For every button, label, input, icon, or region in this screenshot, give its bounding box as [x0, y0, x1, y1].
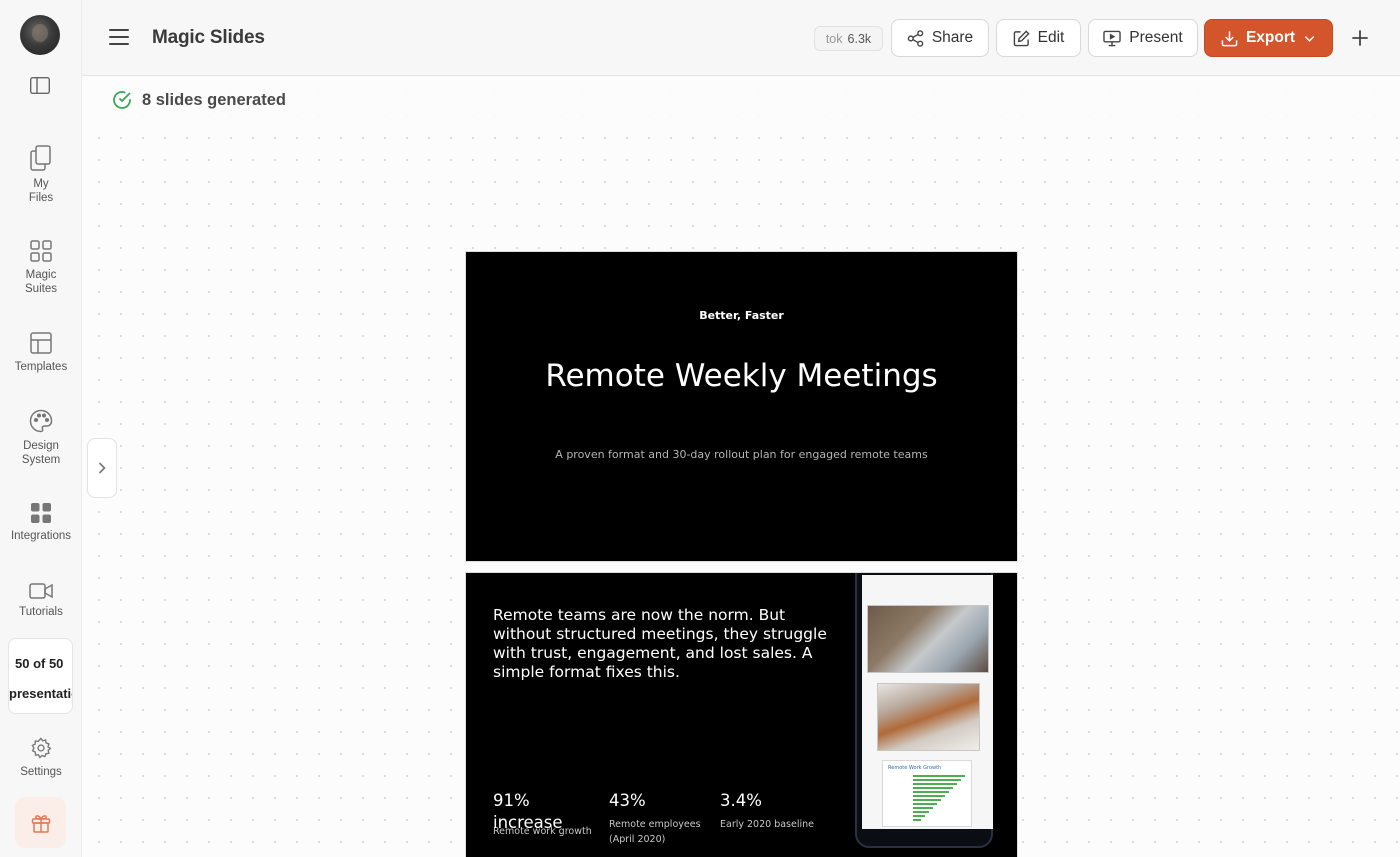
quota-count: 50 of 50 [15, 656, 64, 671]
chart-thumbnail-title: Remote Work Growth [888, 765, 942, 771]
sidebar-item-label: Templates [14, 361, 68, 373]
photo-office-team [877, 683, 980, 751]
download-icon [1221, 30, 1238, 46]
stat-label: Early 2020 baseline [720, 819, 814, 830]
share-button[interactable]: Share [891, 19, 989, 57]
token-usage-badge: tok 6.3k [814, 26, 883, 51]
present-button[interactable]: Present [1088, 19, 1198, 57]
export-label: Export [1245, 29, 1296, 46]
present-icon [1103, 30, 1122, 46]
chevron-right-icon [98, 462, 106, 474]
stat-label: Remote employees (April 2020) [609, 819, 701, 845]
palette-icon [29, 409, 53, 433]
sidebar-item-settings[interactable]: Settings [0, 737, 82, 779]
sidebar-item-integrations[interactable]: Integrations [0, 503, 82, 543]
photo-remote-worker [867, 605, 989, 673]
export-button[interactable]: Export [1204, 19, 1333, 57]
gift-icon [31, 814, 50, 833]
stat-value: 3.4% [720, 791, 762, 810]
present-label: Present [1129, 29, 1183, 46]
share-icon [907, 29, 924, 47]
app-title: Magic Slides [152, 27, 265, 48]
plus-icon[interactable] [1351, 29, 1369, 47]
generation-status: 8 slides generated [82, 77, 1400, 123]
slide-1[interactable]: Better, Faster Remote Weekly Meetings A … [465, 251, 1018, 562]
gift-button[interactable] [15, 797, 66, 848]
sidebar-item-label: My Files [28, 178, 54, 204]
sidebar-item-my-files[interactable]: My Files [0, 145, 82, 205]
phone-screen: Remote Work Growth [862, 575, 993, 829]
slide-title: Remote Weekly Meetings [545, 358, 938, 394]
slide-body-text: Remote teams are now the norm. But witho… [493, 606, 827, 681]
slide-kicker: Better, Faster [699, 309, 784, 322]
sidebar-toggle-icon[interactable] [30, 77, 50, 94]
sidebar-item-label: Integrations [10, 530, 72, 542]
template-icon [30, 332, 52, 354]
integrations-icon [31, 503, 51, 523]
edit-icon [1013, 29, 1030, 46]
sidebar-item-tutorials[interactable]: Tutorials [0, 583, 82, 619]
expand-panel-button[interactable] [87, 438, 117, 498]
token-value: 6.3k [847, 31, 872, 46]
stat-block: 91% Remote work growth increase [493, 791, 593, 837]
status-text: 8 slides generated [142, 91, 286, 109]
sidebar-item-label: Design System [21, 440, 61, 466]
presentation-quota: 50 of 50 presentations [8, 638, 73, 714]
gear-icon [31, 737, 52, 759]
grid-icon [30, 240, 52, 262]
chart-thumbnail: Remote Work Growth [882, 760, 972, 827]
slide-2[interactable]: Remote teams are now the norm. But witho… [465, 572, 1018, 857]
stat-value: 91% [493, 791, 530, 810]
top-header: Magic Slides tok 6.3k Share Edit Present [82, 0, 1400, 76]
stat-value-extra: increase [493, 813, 563, 832]
files-icon [30, 145, 51, 171]
sidebar-item-label: Settings [20, 766, 62, 778]
sidebar-item-magic-suites[interactable]: Magic Suites [0, 240, 82, 296]
left-sidebar: My Files Magic Suites Templates Design Syst… [0, 0, 82, 857]
video-icon [29, 583, 53, 599]
hamburger-menu-icon[interactable] [109, 28, 129, 46]
check-circle-icon [113, 91, 131, 109]
sidebar-item-label: Tutorials [19, 606, 63, 618]
share-label: Share [931, 29, 974, 46]
sidebar-item-templates[interactable]: Templates [0, 332, 82, 374]
sidebar-item-label: Magic Suites [25, 269, 57, 295]
slide-subtitle: A proven format and 30-day rollout plan … [555, 448, 928, 461]
token-label: tok [825, 31, 843, 46]
quota-unit: presentations [9, 686, 72, 701]
phone-mockup: Remote Work Growth [855, 573, 993, 848]
sidebar-item-design-system[interactable]: Design System [0, 409, 82, 467]
stat-block: 3.4% Early 2020 baseline [720, 791, 820, 832]
stat-block: 43% Remote employees (April 2020) [609, 791, 709, 847]
chevron-down-icon [1304, 35, 1315, 42]
stat-value: 43% [609, 791, 646, 810]
edit-button[interactable]: Edit [996, 19, 1081, 57]
edit-label: Edit [1037, 29, 1065, 46]
avatar[interactable] [20, 15, 60, 55]
